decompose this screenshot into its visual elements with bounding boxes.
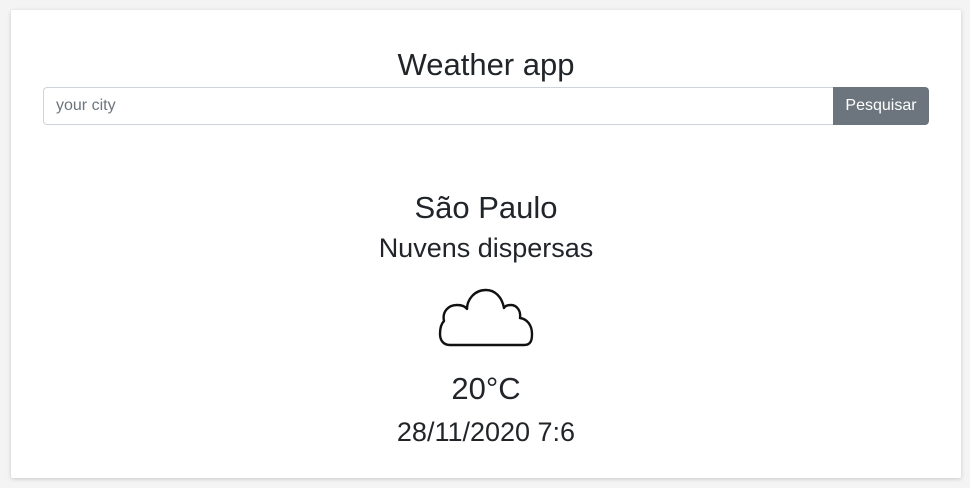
search-bar: Pesquisar [43, 87, 929, 125]
app-title: Weather app [397, 46, 575, 82]
city-name: São Paulo [414, 190, 558, 225]
cloud-icon [438, 288, 534, 347]
weather-card: Weather app Pesquisar São Paulo Nuvens d… [11, 10, 961, 478]
temperature: 20°C [451, 371, 521, 406]
weather-description: Nuvens dispersas [378, 233, 594, 263]
city-search-input[interactable] [43, 87, 833, 125]
datetime: 28/11/2020 7:6 [396, 417, 576, 447]
weather-result: São Paulo Nuvens dispersas 20°C 28/11/20… [11, 188, 961, 449]
search-button[interactable]: Pesquisar [833, 87, 929, 125]
